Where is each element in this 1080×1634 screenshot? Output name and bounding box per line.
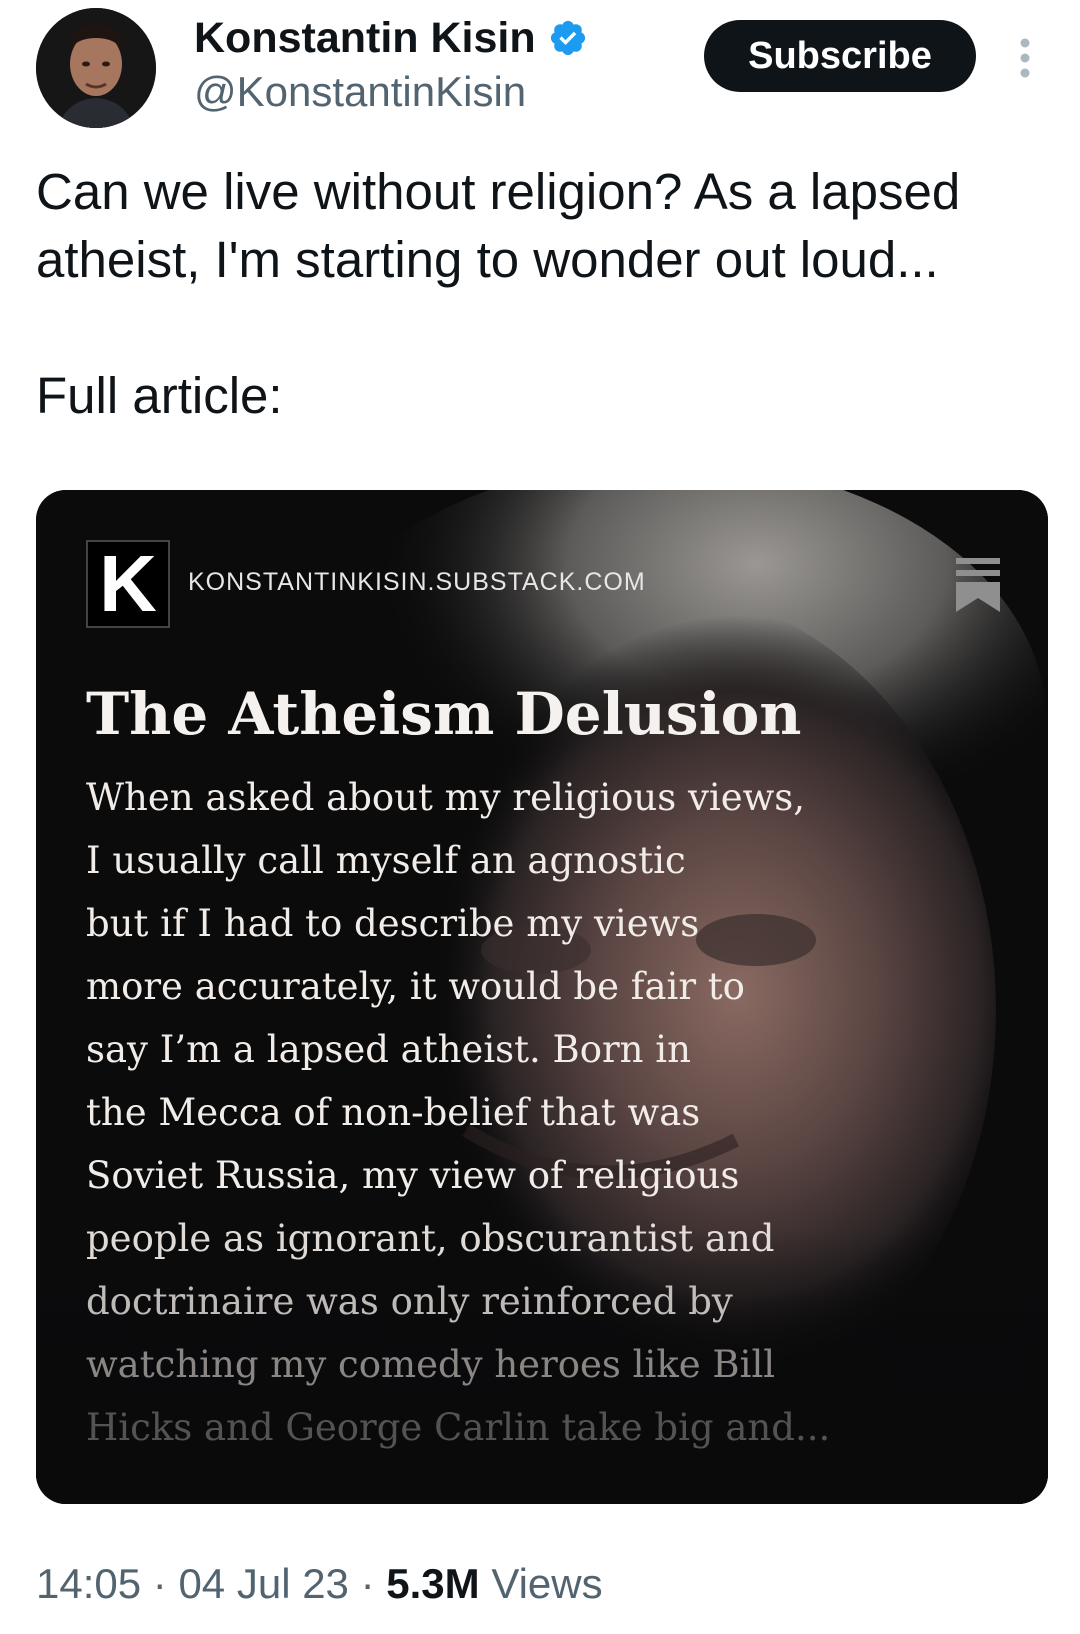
author-name[interactable]: Konstantin Kisin [194, 14, 536, 62]
excerpt-line: more accurately, it would be fair to [86, 965, 745, 1008]
views-count[interactable]: 5.3M [386, 1560, 479, 1607]
excerpt-line: watching my comedy heroes like Bill [86, 1343, 776, 1386]
subscribe-button[interactable]: Subscribe [704, 20, 976, 92]
author-name-row[interactable]: Konstantin Kisin [194, 14, 588, 62]
excerpt-line: I usually call myself an agnostic [86, 839, 686, 882]
verified-badge-icon [550, 20, 585, 56]
tweet-meta: 14:05 · 04 Jul 23 · 5.3M Views [36, 1560, 603, 1608]
excerpt-line: When asked about my religious views, [86, 776, 806, 819]
tweet-text-paragraph: Can we live without religion? As a lapse… [36, 163, 961, 288]
excerpt-line: people as ignorant, obscurantist and [86, 1217, 775, 1260]
publication-logo: K [86, 540, 170, 628]
meta-separator: · [152, 1560, 167, 1607]
tweet-date[interactable]: 04 Jul 23 [178, 1560, 348, 1607]
bookmark-icon [956, 558, 1000, 612]
excerpt-line: say I’m a lapsed atheist. Born in [86, 1028, 691, 1071]
excerpt-line: doctrinaire was only reinforced by [86, 1280, 733, 1323]
avatar[interactable] [36, 8, 156, 128]
meta-separator: · [360, 1560, 375, 1607]
excerpt-line: the Mecca of non-belief that was [86, 1091, 701, 1134]
tweet-time[interactable]: 14:05 [36, 1560, 141, 1607]
tweet-text-paragraph: Full article: [36, 367, 283, 424]
tweet-text: Can we live without religion? As a lapse… [36, 158, 1056, 430]
card-domain: KONSTANTINKISIN.SUBSTACK.COM [188, 568, 646, 596]
author-handle[interactable]: @KonstantinKisin [194, 68, 526, 116]
views-label[interactable]: Views [491, 1560, 602, 1607]
more-vertical-icon[interactable] [1010, 36, 1040, 80]
excerpt-line: Hicks and George Carlin take big and... [86, 1406, 831, 1449]
card-excerpt: When asked about my religious views, I u… [86, 766, 1026, 1459]
avatar-image [36, 8, 156, 128]
excerpt-line: Soviet Russia, my view of religious [86, 1154, 740, 1197]
card-title: The Atheism Delusion [86, 680, 802, 748]
excerpt-line: but if I had to describe my views [86, 902, 700, 945]
link-preview-card[interactable]: K KONSTANTINKISIN.SUBSTACK.COM The Athei… [36, 490, 1048, 1504]
